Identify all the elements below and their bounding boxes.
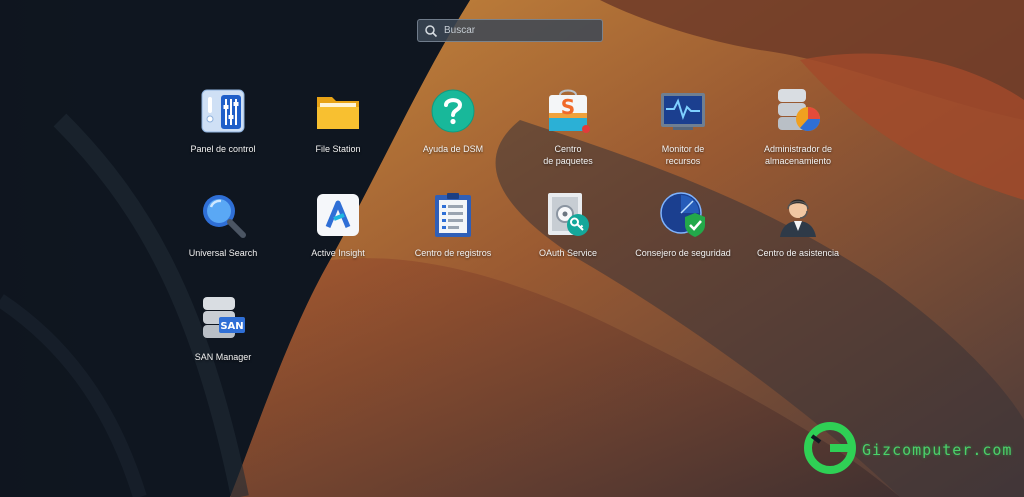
app-label: Centro de asistencia	[756, 248, 840, 258]
watermark-text: Gizcomputer.com	[862, 441, 1013, 459]
san-manager-icon: SAN	[199, 295, 247, 343]
search-bar[interactable]	[417, 19, 603, 42]
control-panel-icon	[199, 87, 247, 135]
app-label: Administrador de almacenamiento	[763, 144, 833, 166]
app-ayuda-de-dsm[interactable]: Ayuda de DSM	[394, 87, 512, 155]
help-icon	[429, 87, 477, 135]
app-label: Universal Search	[188, 248, 258, 258]
package-center-icon: S	[544, 87, 592, 135]
active-insight-icon	[314, 191, 362, 239]
app-label: Ayuda de DSM	[422, 144, 484, 154]
app-universal-search[interactable]: Universal Search	[164, 191, 282, 259]
app-label: OAuth Service	[538, 248, 598, 258]
app-label: Consejero de seguridad	[635, 248, 731, 258]
app-centro-de-registros[interactable]: Centro de registros	[394, 191, 512, 259]
app-centro-de-paquetes[interactable]: S Centro de paquetes	[509, 87, 627, 167]
app-centro-de-asistencia[interactable]: Centro de asistencia	[739, 191, 857, 259]
app-file-station[interactable]: File Station	[279, 87, 397, 155]
folder-icon	[314, 87, 362, 135]
resource-monitor-icon	[659, 87, 707, 135]
app-active-insight[interactable]: Active Insight	[279, 191, 397, 259]
app-monitor-de-recursos[interactable]: Monitor de recursos	[624, 87, 742, 167]
app-san-manager[interactable]: SAN SAN Manager	[164, 295, 282, 363]
gizcomputer-logo-icon	[804, 421, 856, 479]
search-input[interactable]	[444, 25, 594, 36]
svg-text:S: S	[561, 95, 575, 119]
watermark: Gizcomputer.com	[804, 421, 1016, 479]
app-label: Monitor de recursos	[661, 144, 705, 166]
app-label: Centro de registros	[414, 248, 492, 258]
app-label: Active Insight	[311, 248, 365, 258]
app-label: Centro de paquetes	[543, 144, 593, 166]
app-oauth-service[interactable]: OAuth Service	[509, 191, 627, 259]
app-administrador-de-almacenamiento[interactable]: Administrador de almacenamiento	[739, 87, 857, 167]
oauth-key-icon	[544, 191, 592, 239]
security-shield-icon	[659, 191, 707, 239]
app-label: File Station	[315, 144, 361, 154]
support-agent-icon	[774, 191, 822, 239]
app-consejero-de-seguridad[interactable]: Consejero de seguridad	[624, 191, 742, 259]
search-icon	[424, 24, 438, 38]
app-label: SAN Manager	[194, 352, 252, 362]
storage-manager-icon	[774, 87, 822, 135]
app-panel-de-control[interactable]: Panel de control	[164, 87, 282, 155]
san-badge-text: SAN	[220, 321, 243, 332]
magnifier-icon	[199, 191, 247, 239]
app-label: Panel de control	[190, 144, 256, 154]
log-center-icon	[429, 191, 477, 239]
